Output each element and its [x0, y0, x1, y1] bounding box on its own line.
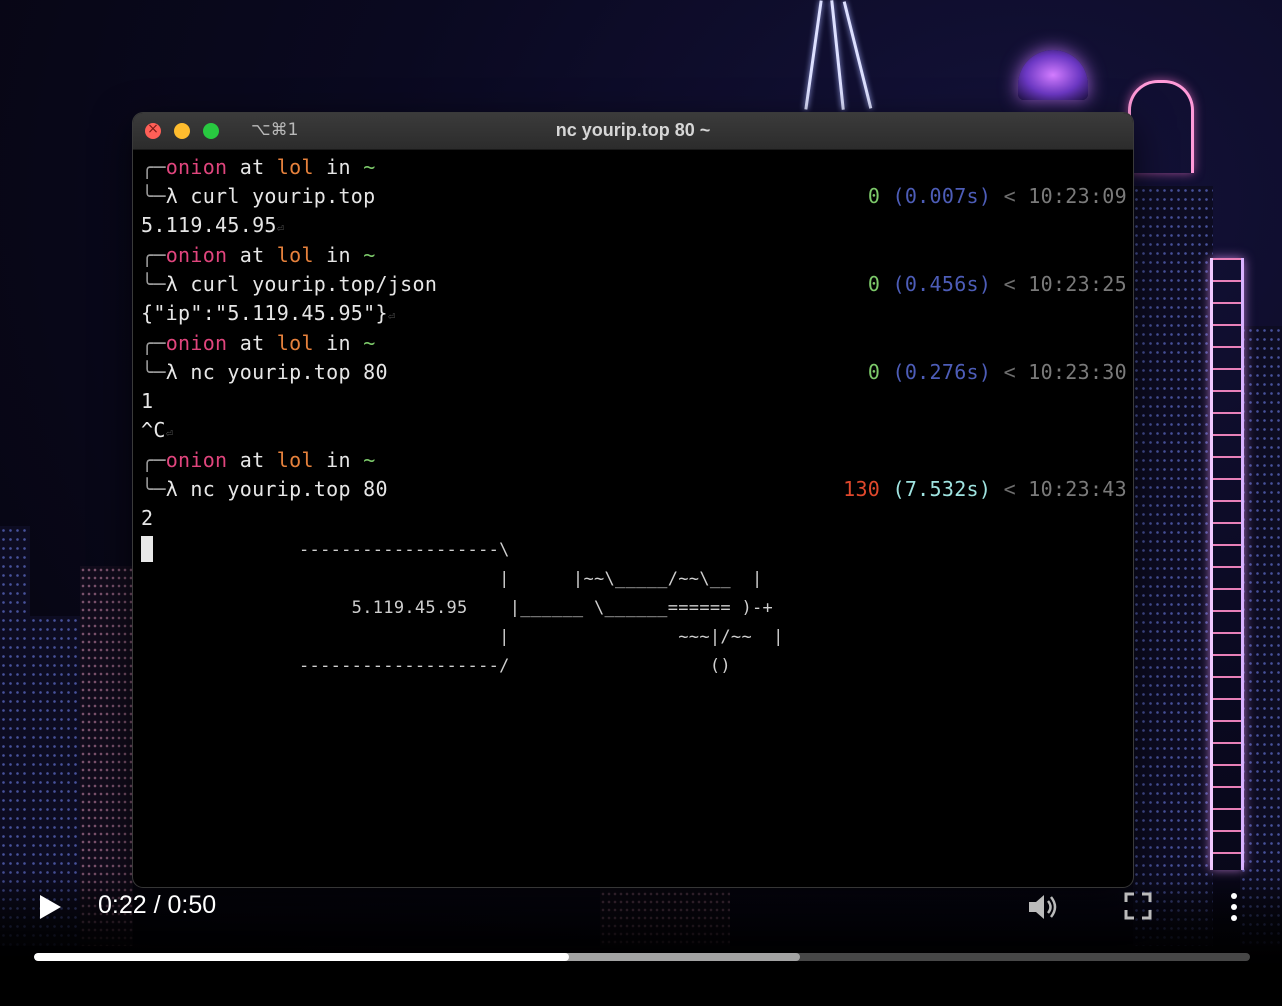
tower-top	[1018, 50, 1088, 100]
prompt-line: ╭─onion at lol in ~	[141, 243, 376, 267]
play-icon[interactable]	[40, 895, 61, 919]
output-line: 5.119.45.95⏎	[141, 213, 285, 237]
prompt-at: at	[239, 155, 265, 179]
command-line: ╰─λ curl yourip.top	[141, 184, 376, 208]
spire-line	[830, 0, 845, 110]
output-line: {"ip":"5.119.45.95"}⏎	[141, 301, 396, 325]
output-line: ^C⏎	[141, 418, 174, 442]
prompt-line: ╭─onion at lol in ~	[141, 155, 376, 179]
output-text: 1	[141, 389, 154, 413]
prompt-dir: ~	[363, 448, 376, 472]
timestamp: 10:23:30	[1028, 360, 1127, 384]
prompt-host: lol	[276, 331, 314, 355]
command-status: 130 (7.532s) < 10:23:43	[843, 477, 1127, 501]
command-line: ╰─λ nc yourip.top 80	[141, 477, 388, 501]
output-line: 1	[141, 387, 153, 415]
command-status: 0 (0.007s) < 10:23:09	[867, 184, 1127, 208]
output-line: 2	[141, 504, 153, 532]
exit-code: 0	[867, 360, 881, 384]
prompt-dir: ~	[363, 331, 376, 355]
timestamp: 10:23:43	[1028, 477, 1127, 501]
time-display: 0:22 / 0:50	[98, 891, 217, 919]
prompt-at: at	[239, 243, 265, 267]
command-text: nc yourip.top 80	[190, 477, 388, 501]
prompt-dir: ~	[363, 243, 376, 267]
exit-code: 130	[843, 477, 881, 501]
duration: (7.532s)	[892, 477, 992, 501]
prompt-at: at	[239, 331, 265, 355]
command-text: nc yourip.top 80	[190, 360, 388, 384]
prompt-dir: ~	[363, 155, 376, 179]
duration: (0.007s)	[892, 184, 992, 208]
prompt-user: onion	[165, 155, 228, 179]
exit-code: 0	[867, 184, 881, 208]
ascii-art-train: -------------------\ | |~~\_____/~~\__ |…	[299, 540, 784, 676]
prompt-host: lol	[276, 155, 314, 179]
exit-code: 0	[867, 272, 881, 296]
more-options-icon[interactable]	[1226, 890, 1242, 924]
output-text: ^C	[141, 418, 166, 442]
volume-icon[interactable]	[1026, 890, 1060, 924]
text-cursor	[141, 536, 153, 562]
output-text: 5.119.45.95	[141, 213, 277, 237]
output-text: {"ip":"5.119.45.95"}	[141, 301, 388, 325]
title-bar[interactable]: ⌥⌘1 nc yourip.top 80 ~	[133, 113, 1133, 150]
command-line: ╰─λ curl yourip.top/json	[141, 272, 438, 296]
fullscreen-icon[interactable]	[1124, 892, 1152, 920]
lit-tower	[1210, 258, 1244, 870]
played-bar	[34, 953, 570, 961]
terminal-screen[interactable]: ╭─onion at lol in ~ ╰─λ curl yourip.top …	[133, 150, 1133, 887]
timestamp: 10:23:09	[1028, 184, 1127, 208]
prompt-host: lol	[276, 448, 314, 472]
command-status: 0 (0.276s) < 10:23:30	[867, 360, 1127, 384]
terminal-window[interactable]: ⌥⌘1 nc yourip.top 80 ~ ╭─onion at lol in…	[133, 113, 1133, 887]
prompt-user: onion	[165, 243, 228, 267]
prompt-user: onion	[165, 448, 228, 472]
spire-line	[804, 0, 823, 110]
prompt-in: in	[326, 243, 351, 267]
building	[1133, 186, 1213, 946]
duration: (0.456s)	[892, 272, 992, 296]
building	[1240, 326, 1282, 946]
window-title: nc yourip.top 80 ~	[555, 120, 711, 140]
prompt-host: lol	[276, 243, 314, 267]
output-text: 2	[141, 506, 154, 530]
prompt-user: onion	[165, 331, 228, 355]
command-status: 0 (0.456s) < 10:23:25	[867, 272, 1127, 296]
progress-bar[interactable]	[34, 953, 1250, 961]
prompt-in: in	[326, 448, 351, 472]
prompt-line: ╭─onion at lol in ~	[141, 448, 376, 472]
command-text: curl yourip.top/json	[190, 272, 438, 296]
command-line: ╰─λ nc yourip.top 80	[141, 360, 388, 384]
prompt-in: in	[326, 155, 351, 179]
duration: (0.276s)	[892, 360, 992, 384]
prompt-in: in	[326, 331, 351, 355]
timestamp: 10:23:25	[1028, 272, 1127, 296]
command-text: curl yourip.top	[190, 184, 376, 208]
prompt-at: at	[239, 448, 265, 472]
tower-top	[1128, 80, 1194, 173]
prompt-line: ╭─onion at lol in ~	[141, 331, 376, 355]
spire-line	[842, 1, 873, 109]
